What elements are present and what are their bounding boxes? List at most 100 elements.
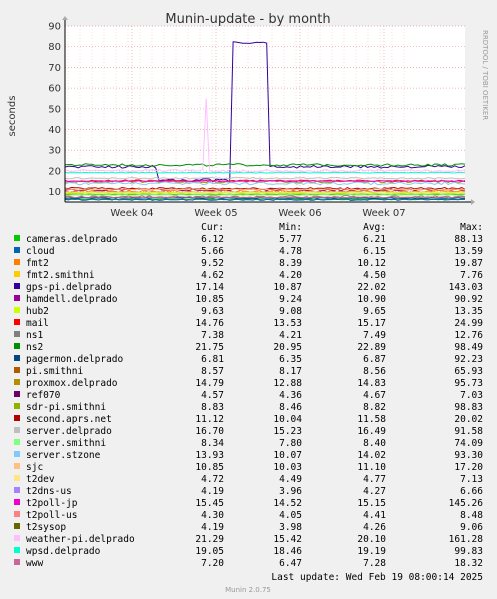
legend-swatch [14,355,20,361]
chart-title: Munin-update - by month [165,12,330,27]
legend-value-cur: 9.52 [201,258,224,269]
legend-value-cur: 21.75 [195,342,224,353]
legend-header: Max: [460,222,483,233]
y-tick-label: 10 [48,187,61,198]
last-update: Last update: Wed Feb 19 08:00:14 2025 [271,572,483,583]
y-tick-label: 50 [48,104,61,115]
legend-swatch [14,343,20,349]
legend-series-name: www [26,558,43,569]
legend-header: Cur: [201,222,224,233]
y-tick-label: 90 [48,22,61,33]
series-line [64,191,466,194]
legend-value-max: 93.30 [454,450,483,461]
x-tick-label: Week 04 [110,208,153,219]
legend-value-avg: 9.65 [363,306,386,317]
legend-swatch [14,535,20,541]
legend-value-avg: 8.40 [363,438,386,449]
legend-series-name: proxmox.delprado [26,378,118,389]
legend-swatch [14,307,20,313]
legend-value-cur: 4.19 [201,486,224,497]
legend-value-max: 91.58 [454,426,483,437]
legend-swatch [14,463,20,469]
legend-value-avg: 6.87 [363,354,386,365]
y-tick-label: 80 [48,42,61,53]
legend-value-max: 9.06 [460,522,483,533]
legend-swatch [14,487,20,493]
legend-value-avg: 14.02 [357,450,386,461]
legend-value-avg: 19.19 [357,546,386,557]
legend-value-max: 6.66 [460,486,483,497]
legend-series-name: fmt2.smithni [26,270,95,281]
legend-swatch [14,559,20,565]
legend-value-min: 7.80 [279,438,302,449]
legend-swatch [14,523,20,529]
legend-value-min: 4.78 [279,246,302,257]
legend: Cur: Min: Avg: Max: cameras.delprado 6.12 5.77… [14,222,483,569]
legend-value-avg: 8.56 [363,366,386,377]
legend-series-name: t2sysop [26,522,66,533]
legend-value-max: 74.09 [454,438,483,449]
legend-value-min: 12.88 [273,378,302,389]
legend-value-avg: 8.82 [363,402,386,413]
legend-swatch [14,427,20,433]
legend-swatch [14,259,20,265]
legend-value-avg: 4.50 [363,270,386,281]
legend-value-min: 9.24 [279,294,302,305]
legend-series-name: server.smithni [26,438,106,449]
legend-series-name: sdr-pi.smithni [26,402,106,413]
legend-swatch [14,379,20,385]
legend-value-min: 8.17 [279,366,302,377]
legend-value-cur: 8.34 [201,438,224,449]
legend-value-max: 13.35 [454,306,483,317]
legend-swatch [14,295,20,301]
legend-swatch [14,475,20,481]
legend-value-min: 8.39 [279,258,302,269]
legend-value-cur: 14.76 [195,318,224,329]
legend-value-max: 18.32 [454,558,483,569]
legend-value-min: 10.87 [273,282,302,293]
legend-value-avg: 10.90 [357,294,386,305]
legend-value-avg: 11.10 [357,462,386,473]
x-axis-arrow [471,199,475,205]
legend-series-name: ns1 [26,330,43,341]
legend-value-avg: 4.77 [363,474,386,485]
legend-value-cur: 19.05 [195,546,224,557]
legend-swatch [14,271,20,277]
legend-value-min: 4.05 [279,510,302,521]
y-tick-label: 40 [48,125,61,136]
legend-value-min: 4.49 [279,474,302,485]
legend-value-avg: 4.67 [363,390,386,401]
legend-value-max: 7.13 [460,474,483,485]
legend-swatch [14,367,20,373]
rrdtool-watermark: RRDTOOL / TOBI OETIKER [481,30,489,120]
legend-value-min: 4.20 [279,270,302,281]
legend-value-cur: 8.57 [201,366,224,377]
legend-value-avg: 14.83 [357,378,386,389]
legend-value-min: 4.21 [279,330,302,341]
legend-swatch [14,331,20,337]
legend-series-name: t2poll-us [26,510,77,521]
legend-value-cur: 6.12 [201,234,224,245]
legend-series-name: sjc [26,462,43,473]
legend-swatch [14,511,20,517]
legend-value-avg: 15.15 [357,498,386,509]
legend-swatch [14,247,20,253]
legend-series-name: hub2 [26,306,49,317]
legend-value-min: 4.36 [279,390,302,401]
legend-value-max: 13.59 [454,246,483,257]
legend-value-min: 13.53 [273,318,302,329]
legend-value-min: 18.46 [273,546,302,557]
legend-value-max: 145.26 [449,498,484,509]
legend-series-name: gps-pi.delprado [26,282,112,293]
legend-header: Min: [279,222,302,233]
legend-series-name: server.delprado [26,426,112,437]
legend-value-cur: 16.70 [195,426,224,437]
legend-value-min: 8.46 [279,402,302,413]
legend-value-avg: 20.10 [357,534,386,545]
legend-swatch [14,319,20,325]
legend-series-name: server.stzone [26,450,101,461]
series-line [64,194,466,196]
legend-value-min: 15.23 [273,426,302,437]
legend-value-max: 24.99 [454,318,483,329]
legend-value-cur: 7.20 [201,558,224,569]
